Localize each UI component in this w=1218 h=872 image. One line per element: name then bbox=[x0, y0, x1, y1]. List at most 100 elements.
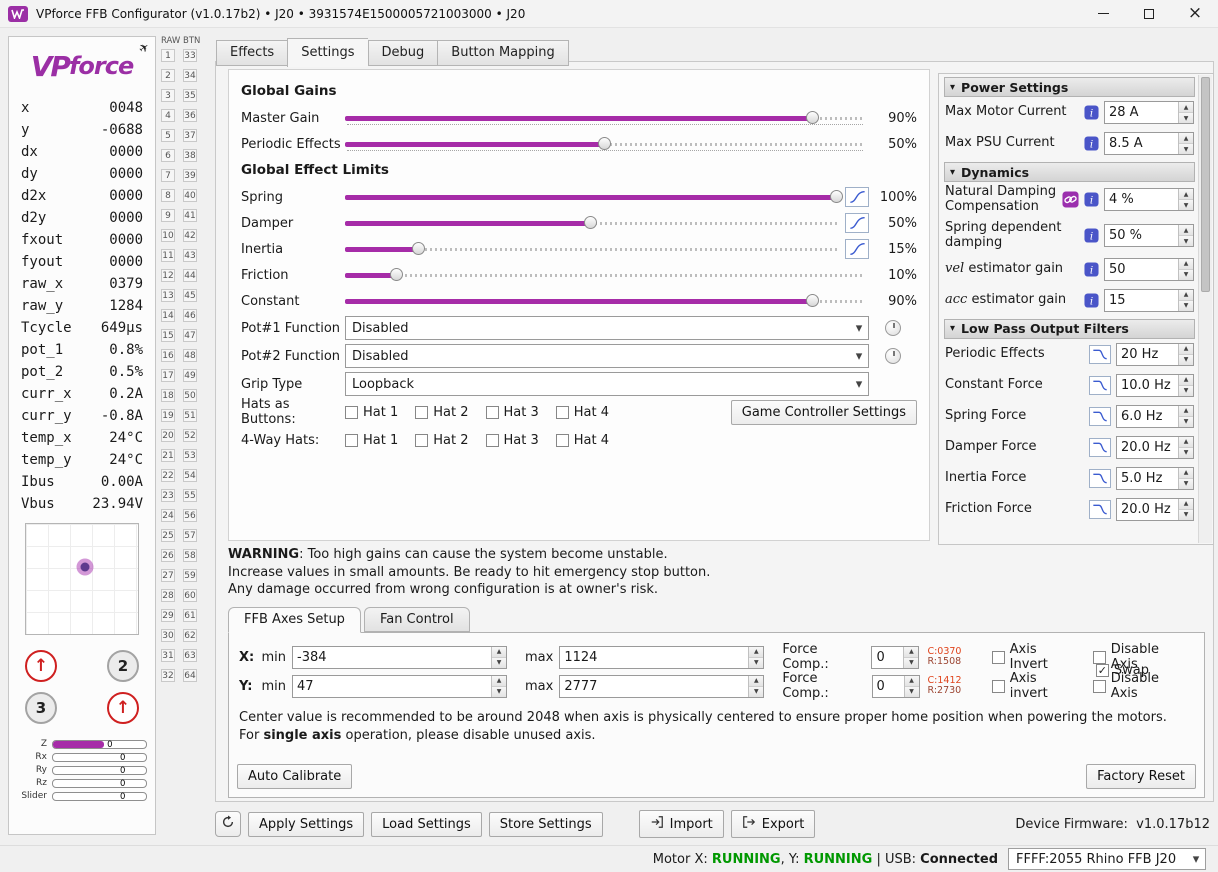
hats-as-buttons-hat-1-checkbox[interactable]: Hat 1 bbox=[345, 405, 398, 420]
spin-up-button[interactable] bbox=[904, 675, 919, 687]
filter-curve-button[interactable] bbox=[1089, 375, 1111, 395]
aux-axis-bar[interactable]: 0 bbox=[52, 778, 147, 789]
refresh-button[interactable] bbox=[215, 811, 241, 837]
x-max-spinbox[interactable]: 1124 bbox=[559, 645, 765, 669]
constant-slider[interactable] bbox=[345, 293, 865, 309]
acc-estimator-gain-spinbox[interactable]: 15 bbox=[1104, 288, 1194, 312]
tab-button-mapping[interactable]: Button Mapping bbox=[437, 40, 569, 66]
4-way-hats-hat-3-checkbox[interactable]: Hat 3 bbox=[485, 433, 539, 448]
arrow-up-button-1[interactable]: ↑ bbox=[25, 650, 57, 682]
aux-axis-bar[interactable]: 0 bbox=[52, 739, 147, 750]
spin-down-button[interactable] bbox=[1179, 113, 1193, 123]
pot-1-function-select[interactable]: Disabled bbox=[345, 316, 869, 340]
slider-handle[interactable] bbox=[390, 268, 403, 281]
y-max-spinbox[interactable]: 2777 bbox=[559, 674, 765, 698]
spin-up-button[interactable] bbox=[1179, 289, 1193, 301]
factory-reset-button[interactable]: Factory Reset bbox=[1086, 764, 1196, 789]
load-settings-button[interactable]: Load Settings bbox=[371, 811, 482, 837]
spin-up-button[interactable] bbox=[1179, 436, 1193, 448]
store-settings-button[interactable]: Store Settings bbox=[488, 811, 603, 837]
spin-down-button[interactable] bbox=[1179, 385, 1193, 396]
inertia-slider[interactable] bbox=[345, 241, 837, 257]
link-icon[interactable] bbox=[1062, 191, 1079, 208]
y-axis-invert-checkbox[interactable]: Axis invert bbox=[992, 671, 1076, 701]
spin-down-button[interactable] bbox=[1179, 144, 1193, 154]
x-axis-invert-checkbox[interactable]: Axis Invert bbox=[992, 642, 1076, 672]
tab-effects[interactable]: Effects bbox=[216, 40, 288, 66]
pot-2-function-select[interactable]: Disabled bbox=[345, 344, 869, 368]
spin-down-button[interactable] bbox=[1179, 269, 1193, 280]
spin-up-button[interactable] bbox=[1179, 133, 1193, 144]
spin-up-button[interactable] bbox=[1179, 102, 1193, 113]
section-header-low-pass-output-filters[interactable]: Low Pass Output Filters bbox=[944, 318, 1195, 339]
tab-debug[interactable]: Debug bbox=[367, 40, 438, 66]
apply-settings-button[interactable]: Apply Settings bbox=[248, 811, 365, 837]
aux-axis-bar[interactable]: 0 bbox=[52, 791, 147, 802]
game-controller-settings-button[interactable]: Game Controller Settings bbox=[730, 399, 917, 425]
filter-curve-button[interactable] bbox=[1089, 499, 1111, 519]
master-gain-slider[interactable] bbox=[345, 110, 865, 126]
filter-curve-button[interactable] bbox=[1089, 437, 1111, 457]
natural-damping-compensation-spinbox[interactable]: 4 % bbox=[1104, 188, 1194, 212]
minimize-button[interactable] bbox=[1080, 0, 1126, 28]
arrow-up-button-2[interactable]: ↑ bbox=[107, 692, 139, 724]
spin-down-button[interactable] bbox=[1179, 416, 1193, 427]
tab-fan-control[interactable]: Fan Control bbox=[363, 607, 470, 632]
4-way-hats-hat-4-checkbox[interactable]: Hat 4 bbox=[555, 433, 609, 448]
damper-curve-button[interactable] bbox=[845, 213, 869, 233]
hats-as-buttons-hat-3-checkbox[interactable]: Hat 3 bbox=[485, 405, 539, 420]
spin-up-button[interactable] bbox=[1179, 498, 1193, 510]
max-psu-current-spinbox[interactable]: 8.5 A bbox=[1104, 132, 1194, 155]
swap-checkbox[interactable]: Swap bbox=[1095, 663, 1149, 678]
tab-ffb-axes-setup[interactable]: FFB Axes Setup bbox=[228, 607, 361, 633]
spin-down-button[interactable] bbox=[492, 657, 506, 668]
vel-estimator-gain-spinbox[interactable]: 50 bbox=[1104, 257, 1194, 281]
section-header-dynamics[interactable]: Dynamics bbox=[944, 162, 1195, 182]
y-min-spinbox[interactable]: 47 bbox=[292, 674, 507, 698]
x-force-comp-spinbox[interactable]: 0 bbox=[871, 645, 920, 669]
damper-slider[interactable] bbox=[345, 215, 837, 231]
spin-down-button[interactable] bbox=[1179, 478, 1193, 489]
spin-up-button[interactable] bbox=[1179, 374, 1193, 386]
filter-curve-button[interactable] bbox=[1089, 406, 1111, 426]
spin-down-button[interactable] bbox=[1179, 509, 1193, 520]
damper-force-spinbox[interactable]: 20.0 Hz bbox=[1116, 435, 1194, 459]
periodic-effects-slider[interactable] bbox=[345, 136, 865, 152]
maximize-button[interactable] bbox=[1126, 0, 1172, 28]
spin-down-button[interactable] bbox=[749, 686, 764, 697]
button-3[interactable]: 3 bbox=[25, 692, 57, 724]
spin-up-button[interactable] bbox=[1179, 258, 1193, 270]
auto-calibrate-button[interactable]: Auto Calibrate bbox=[237, 764, 353, 789]
slider-handle[interactable] bbox=[584, 216, 597, 229]
inertia-force-spinbox[interactable]: 5.0 Hz bbox=[1116, 466, 1194, 490]
import-button[interactable]: Import bbox=[638, 810, 724, 838]
constant-force-spinbox[interactable]: 10.0 Hz bbox=[1116, 373, 1194, 397]
spin-up-button[interactable] bbox=[904, 646, 919, 658]
spin-up-button[interactable] bbox=[1179, 467, 1193, 479]
spin-down-button[interactable] bbox=[1179, 447, 1193, 458]
spin-down-button[interactable] bbox=[749, 657, 764, 668]
spin-up-button[interactable] bbox=[1179, 343, 1193, 355]
aux-axis-bar[interactable]: 0 bbox=[52, 752, 147, 763]
spin-down-button[interactable] bbox=[1179, 236, 1193, 247]
slider-handle[interactable] bbox=[830, 190, 843, 203]
spring-force-spinbox[interactable]: 6.0 Hz bbox=[1116, 404, 1194, 428]
spin-up-button[interactable] bbox=[749, 675, 764, 687]
friction-slider[interactable] bbox=[345, 267, 865, 283]
hats-as-buttons-hat-4-checkbox[interactable]: Hat 4 bbox=[555, 405, 609, 420]
spin-down-button[interactable] bbox=[1179, 354, 1193, 365]
export-button[interactable]: Export bbox=[730, 810, 816, 838]
button-2[interactable]: 2 bbox=[107, 650, 139, 682]
spin-down-button[interactable] bbox=[1179, 200, 1193, 211]
4-way-hats-hat-1-checkbox[interactable]: Hat 1 bbox=[345, 433, 398, 448]
4-way-hats-hat-2-checkbox[interactable]: Hat 2 bbox=[415, 433, 469, 448]
tab-settings[interactable]: Settings bbox=[287, 38, 368, 67]
spring-curve-button[interactable] bbox=[845, 187, 869, 207]
slider-handle[interactable] bbox=[806, 111, 819, 124]
friction-force-spinbox[interactable]: 20.0 Hz bbox=[1116, 497, 1194, 521]
spin-down-button[interactable] bbox=[904, 657, 919, 668]
slider-handle[interactable] bbox=[411, 242, 425, 255]
spring-slider[interactable] bbox=[345, 189, 843, 205]
spin-up-button[interactable] bbox=[749, 646, 764, 658]
y-force-comp-spinbox[interactable]: 0 bbox=[871, 674, 920, 698]
